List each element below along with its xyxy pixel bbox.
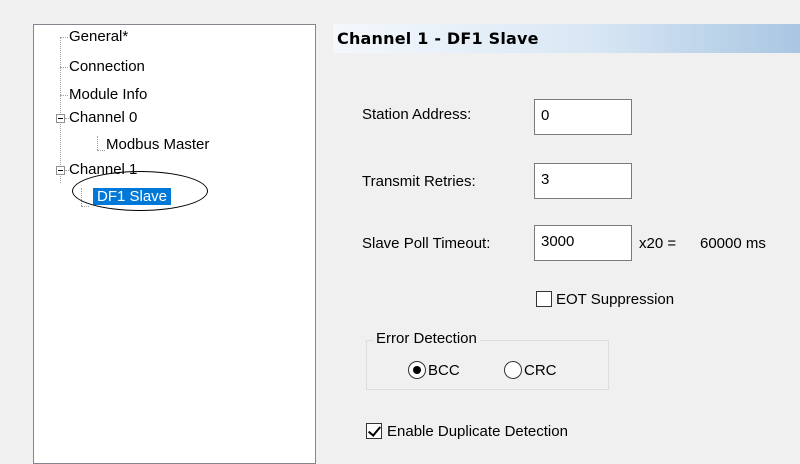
tree-item-general[interactable]: General* <box>69 28 128 46</box>
highlight-ellipse <box>72 171 208 211</box>
transmit-retries-input[interactable]: 3 <box>534 163 632 199</box>
collapse-icon[interactable] <box>56 114 65 123</box>
station-address-input[interactable]: 0 <box>534 99 632 135</box>
error-detection-title: Error Detection <box>373 330 480 347</box>
module-tree[interactable]: General* Connection Module Info Channel … <box>33 24 316 464</box>
tree-line <box>60 67 68 68</box>
tree-item-connection[interactable]: Connection <box>69 58 145 76</box>
tree-item-label: Channel 0 <box>69 109 138 126</box>
tree-item-label: Module Info <box>69 86 148 103</box>
crc-radio[interactable] <box>504 361 522 379</box>
bcc-radio[interactable] <box>408 361 426 379</box>
tree-line <box>60 95 68 96</box>
tree-line <box>60 37 61 183</box>
tree-line <box>81 206 89 207</box>
eot-suppression-label[interactable]: EOT Suppression <box>556 291 674 308</box>
tree-item-modbus-master[interactable]: Modbus Master <box>106 136 209 154</box>
bcc-radio-label[interactable]: BCC <box>428 362 460 379</box>
transmit-retries-label: Transmit Retries: <box>362 173 476 190</box>
collapse-icon[interactable] <box>56 166 65 175</box>
slave-poll-timeout-label: Slave Poll Timeout: <box>362 235 491 252</box>
eot-suppression-checkbox[interactable] <box>536 291 552 307</box>
slave-poll-timeout-input[interactable]: 3000 <box>534 225 632 261</box>
crc-radio-label[interactable]: CRC <box>524 362 557 379</box>
station-address-label: Station Address: <box>362 106 472 123</box>
page-title: Channel 1 - DF1 Slave <box>333 24 800 53</box>
timeout-multiplier-label: x20 = <box>639 235 677 252</box>
duplicate-detection-checkbox[interactable] <box>366 423 382 439</box>
tree-line <box>60 37 68 38</box>
tree-line <box>97 136 98 150</box>
duplicate-detection-label[interactable]: Enable Duplicate Detection <box>387 423 568 440</box>
error-detection-group <box>366 340 609 390</box>
tree-item-module-info[interactable]: Module Info <box>69 86 147 104</box>
tree-item-label: Connection <box>69 58 145 75</box>
tree-item-channel-0[interactable]: Channel 0 <box>69 109 137 127</box>
tree-item-label: General* <box>69 28 129 45</box>
tree-line <box>97 150 105 151</box>
tree-item-label: Modbus Master <box>106 136 210 153</box>
timeout-result-value: 60000 ms <box>700 235 766 252</box>
